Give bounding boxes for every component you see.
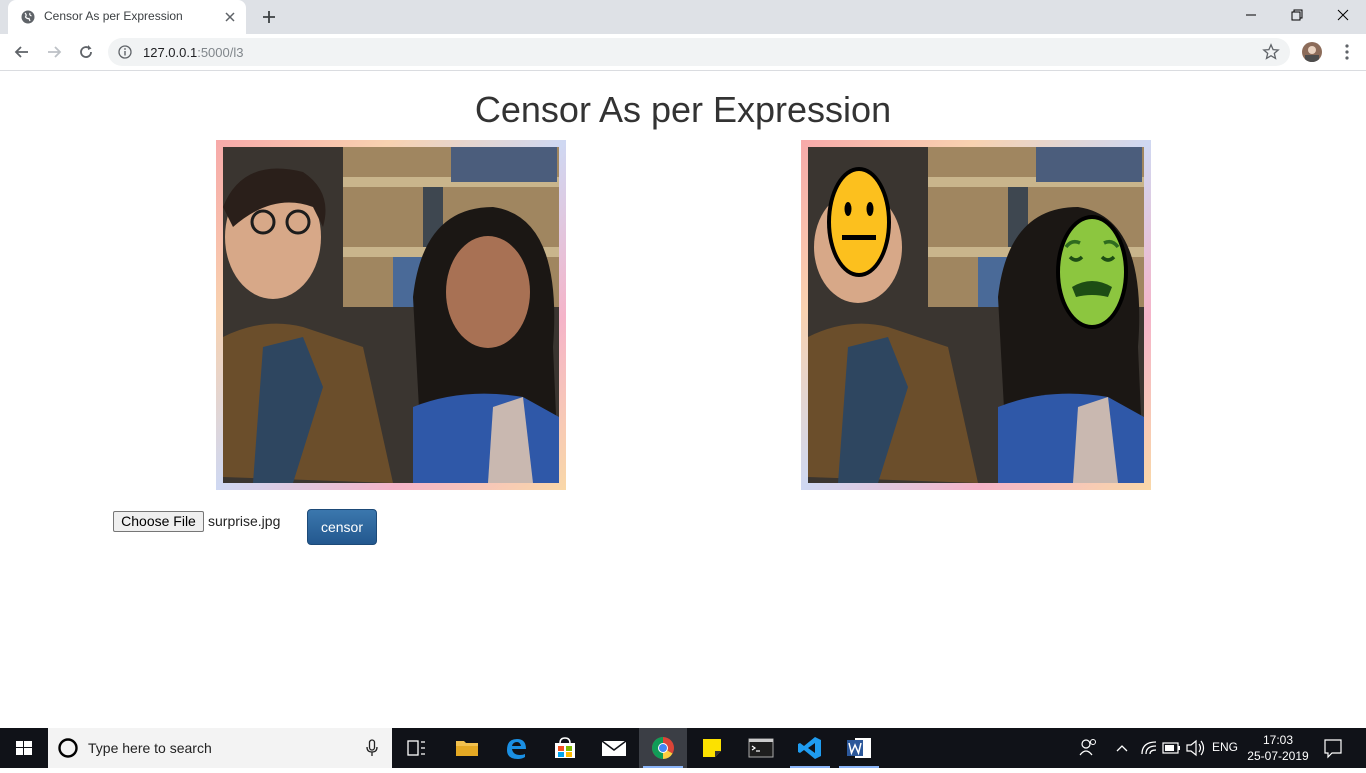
choose-file-button[interactable]: Choose File — [113, 511, 204, 532]
chrome-icon — [652, 737, 674, 759]
mail-envelope-icon — [601, 740, 627, 756]
page-title: Censor As per Expression — [474, 89, 892, 130]
browser-tab-strip: Censor As per Expression — [0, 0, 1366, 34]
sticky-notes-button[interactable] — [688, 728, 736, 768]
selected-file-name: surprise.jpg — [208, 513, 281, 529]
tab-title: Censor As per Expression — [44, 9, 183, 23]
more-menu-icon[interactable] — [1338, 43, 1356, 61]
browser-toolbar: 127.0.0.1:5000/l3 — [0, 34, 1366, 71]
search-placeholder: Type here to search — [88, 740, 212, 756]
windows-logo-icon — [16, 741, 32, 755]
url-host: 127.0.0.1 — [143, 45, 198, 60]
action-center-icon[interactable] — [1322, 728, 1344, 768]
vscode-button[interactable] — [786, 728, 834, 768]
chrome-button[interactable] — [639, 728, 687, 768]
battery-icon[interactable] — [1160, 728, 1182, 768]
censored-photo-illustration — [808, 147, 1144, 483]
clock[interactable]: 17:03 25-07-2019 — [1242, 732, 1314, 764]
taskbar-search-box[interactable]: Type here to search — [48, 728, 392, 768]
restore-button[interactable] — [1274, 0, 1320, 30]
clock-time: 17:03 — [1262, 733, 1294, 747]
globe-icon — [21, 10, 35, 24]
nauseated-face-emoji — [1056, 215, 1128, 329]
close-window-button[interactable] — [1320, 0, 1366, 30]
store-bag-icon — [555, 737, 575, 758]
url-path: :5000/l3 — [197, 45, 244, 60]
reload-icon[interactable] — [76, 42, 96, 62]
address-bar[interactable]: 127.0.0.1:5000/l3 — [108, 38, 1290, 66]
people-icon[interactable] — [1078, 728, 1098, 768]
mail-button[interactable] — [590, 728, 638, 768]
microsoft-store-button[interactable] — [541, 728, 589, 768]
word-button[interactable] — [835, 728, 883, 768]
close-tab-icon[interactable] — [222, 9, 238, 25]
folder-icon — [456, 741, 478, 756]
avatar-icon — [1305, 46, 1319, 62]
wifi-icon[interactable] — [1140, 728, 1158, 768]
neutral-face-emoji — [827, 167, 891, 277]
original-photo-illustration — [223, 147, 559, 483]
vscode-icon — [798, 737, 821, 759]
profile-avatar[interactable] — [1302, 42, 1322, 62]
close-icon — [1337, 9, 1349, 21]
volume-icon[interactable] — [1184, 728, 1206, 768]
word-icon — [847, 738, 871, 758]
back-arrow-icon[interactable] — [12, 42, 32, 62]
sticky-note-icon — [703, 739, 721, 757]
cortana-circle-icon — [58, 738, 78, 758]
original-image — [216, 140, 566, 490]
task-view-button[interactable] — [392, 728, 440, 768]
censor-button[interactable]: censor — [307, 509, 377, 545]
command-prompt-button[interactable] — [737, 728, 785, 768]
bookmark-star-icon[interactable] — [1262, 43, 1280, 61]
minimize-icon — [1246, 14, 1256, 16]
clock-date: 25-07-2019 — [1247, 749, 1309, 763]
new-tab-icon[interactable] — [260, 8, 278, 26]
task-view-icon — [407, 740, 425, 756]
info-icon[interactable] — [118, 45, 132, 59]
edge-icon — [507, 739, 526, 759]
restore-icon — [1291, 9, 1303, 21]
file-explorer-button[interactable] — [443, 728, 491, 768]
censored-image — [801, 140, 1151, 490]
microphone-icon[interactable] — [366, 739, 378, 757]
edge-browser-button[interactable] — [492, 728, 540, 768]
language-indicator[interactable]: ENG — [1212, 740, 1238, 754]
minimize-button[interactable] — [1228, 0, 1274, 30]
start-button[interactable] — [0, 728, 48, 768]
browser-tab[interactable]: Censor As per Expression — [8, 0, 246, 34]
windows-taskbar: Type here to search ENG 17:03 25-07-2019 — [0, 728, 1366, 768]
url-text: 127.0.0.1:5000/l3 — [143, 45, 243, 60]
chevron-up-icon[interactable] — [1114, 728, 1130, 768]
terminal-icon — [748, 738, 774, 758]
forward-arrow-icon[interactable] — [44, 42, 64, 62]
